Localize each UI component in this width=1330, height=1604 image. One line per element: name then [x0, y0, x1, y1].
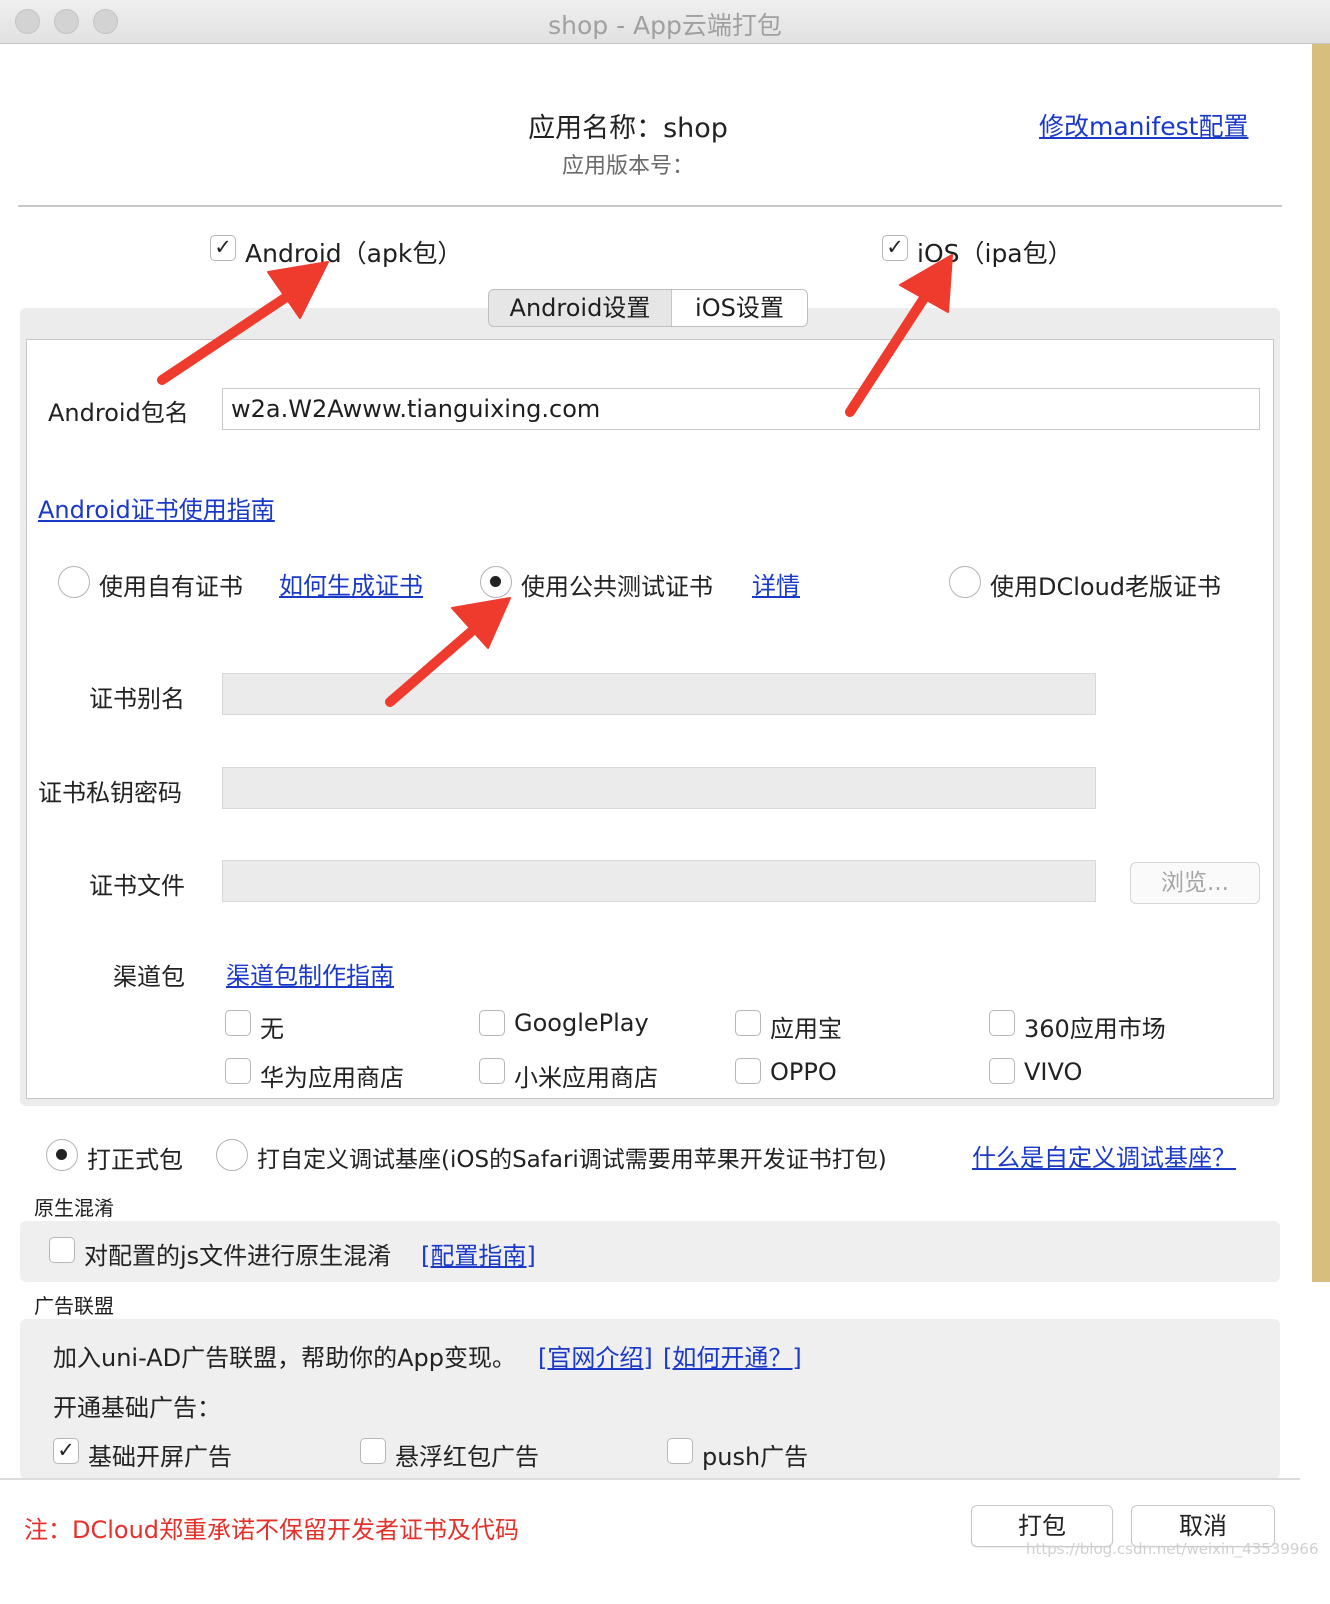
- arrow-icon: [845, 254, 953, 417]
- annotation-arrows: [157, 254, 953, 707]
- arrow-icon: [385, 597, 511, 707]
- arrow-icon: [157, 261, 329, 385]
